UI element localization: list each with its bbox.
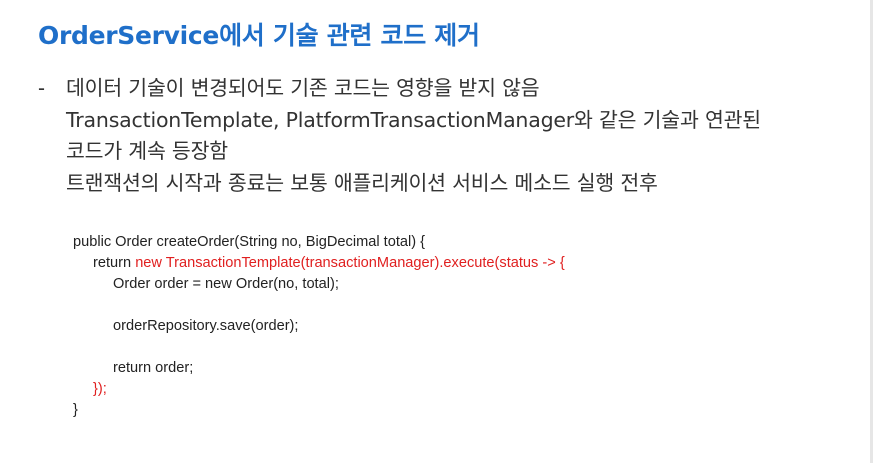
code-line-method-signature: public Order createOrder(String no, BigD…: [73, 234, 426, 250]
slide-title: OrderService에서 기술 관련 코드 제거: [38, 21, 480, 50]
code-transaction-template-call: new TransactionTemplate(transactionManag…: [135, 255, 565, 271]
code-line-close-method: }: [73, 402, 78, 418]
bullet-line-1: 데이터 기술이 변경되어도 기존 코드는 영향을 받지 않음: [66, 76, 540, 100]
code-line-blank-2: [73, 337, 565, 358]
code-line-create-order: Order order = new Order(no, total);: [113, 276, 339, 292]
code-line-return-transaction: return new TransactionTemplate(transacti…: [73, 253, 565, 274]
code-line-blank-1: [73, 295, 565, 316]
code-return-keyword: return: [93, 255, 136, 271]
bullet-line-2: TransactionTemplate, PlatformTransaction…: [66, 107, 761, 132]
bullet-text: 데이터 기술이 변경되어도 기존 코드는 영향을 받지 않음 Transacti…: [66, 73, 856, 199]
code-line-close-lambda: });: [93, 381, 107, 397]
code-line-return-order: return order;: [113, 360, 194, 376]
code-snippet: public Order createOrder(String no, BigD…: [73, 232, 565, 421]
bullet-line-4: 트랜잭션의 시작과 종료는 보통 애플리케이션 서비스 메소드 실행 전후: [66, 170, 658, 195]
code-line-save-order: orderRepository.save(order);: [113, 318, 299, 334]
bullet-line-3: 코드가 계속 등장함: [66, 139, 228, 163]
bullet-marker: -: [38, 77, 45, 100]
